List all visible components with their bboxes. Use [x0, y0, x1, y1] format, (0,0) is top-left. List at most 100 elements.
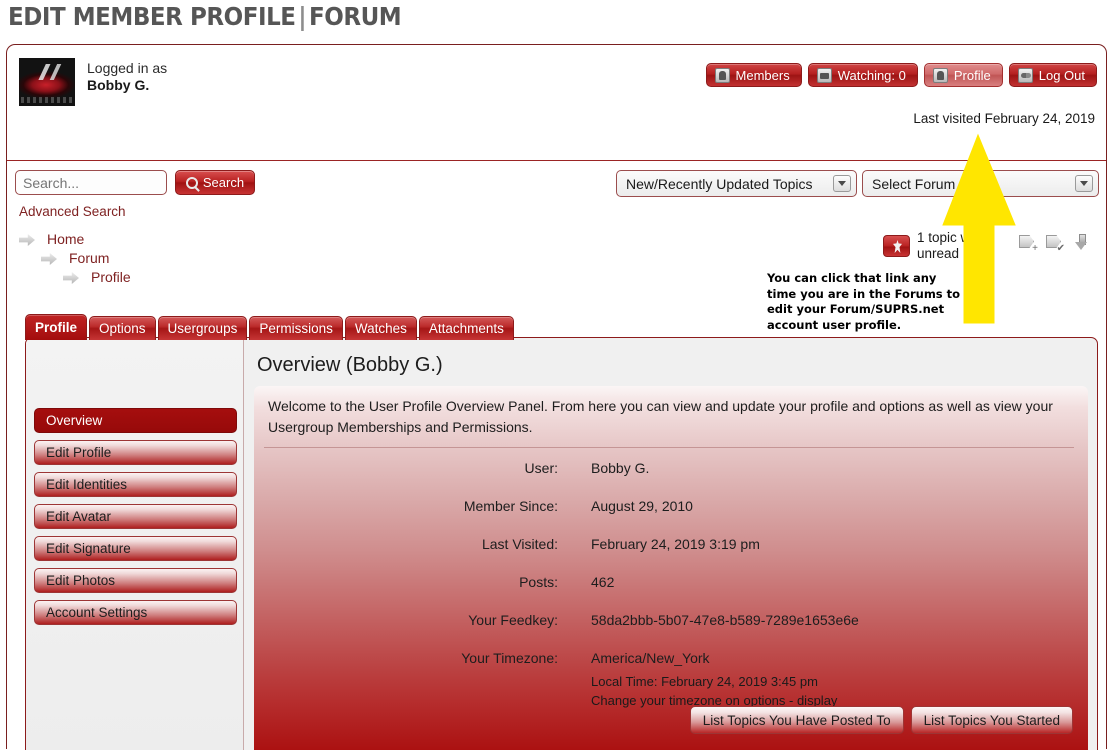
tab-label: Profile — [35, 320, 78, 335]
jump-to-bottom-icon[interactable] — [1073, 233, 1091, 251]
tab-options[interactable]: Options — [89, 316, 156, 340]
detail-value: August 29, 2010 — [591, 498, 693, 514]
topics-dropdown-value: New/Recently Updated Topics — [626, 175, 813, 192]
sidebar-item-edit-signature[interactable]: Edit Signature — [34, 536, 237, 561]
tab-attachments[interactable]: Attachments — [418, 316, 514, 340]
detail-label: Your Timezone: — [461, 650, 558, 666]
detail-value: Bobby G. — [591, 460, 650, 476]
profile-content: Overview (Bobby G.) Welcome to the User … — [245, 338, 1097, 750]
avatar — [19, 58, 75, 106]
page-title-main: EDIT MEMBER PROFILE — [8, 2, 296, 31]
detail-row-user: User: Bobby G. — [254, 460, 1088, 498]
header-divider — [7, 160, 1106, 161]
notification-icon-group — [1019, 233, 1091, 254]
key-icon — [1017, 67, 1033, 83]
nav-button-profile[interactable]: Profile — [923, 63, 1003, 87]
sidebar-item-edit-avatar[interactable]: Edit Avatar — [34, 504, 237, 529]
tab-label: Options — [99, 321, 146, 336]
sidebar-item-account-settings[interactable]: Account Settings — [34, 600, 237, 625]
content-title: Overview (Bobby G.) — [257, 354, 443, 376]
tab-usergroups[interactable]: Usergroups — [157, 316, 248, 340]
button-label: List Topics You Have Posted To — [702, 712, 891, 728]
nav-button-members-label: Members — [735, 67, 790, 83]
arrow-right-icon — [41, 253, 57, 265]
last-visited-text: Last visited February 24, 2019 — [913, 111, 1095, 126]
chevron-down-icon — [1075, 175, 1093, 192]
nav-button-watching[interactable]: Watching: 0 — [807, 63, 918, 87]
nav-button-watching-label: Watching: 0 — [837, 67, 906, 83]
mark-topic-read-icon[interactable] — [1019, 233, 1038, 254]
tab-permissions[interactable]: Permissions — [249, 316, 343, 340]
nav-button-logout[interactable]: Log Out — [1008, 63, 1097, 87]
detail-label: User: — [524, 460, 558, 476]
detail-value: February 24, 2019 3:19 pm — [591, 536, 760, 552]
annotation-callout-text: You can click that link any time you are… — [767, 271, 961, 332]
detail-label: Last Visited: — [481, 536, 558, 552]
tab-label: Watches — [354, 321, 407, 336]
tab-label: Usergroups — [167, 321, 238, 336]
tab-label: Attachments — [428, 321, 504, 336]
detail-row-feedkey: Your Feedkey: 58da2bbb-5b07-47e8-b589-72… — [254, 612, 1088, 650]
logged-in-user-block: Logged in as Bobby G. — [15, 58, 315, 114]
sidebar-item-label: Edit Profile — [46, 445, 112, 460]
detail-row-last-visited: Last Visited: February 24, 2019 3:19 pm — [254, 536, 1088, 574]
unread-badge-icon — [883, 235, 910, 257]
nav-button-logout-label: Log Out — [1038, 67, 1085, 83]
list-topics-started-button[interactable]: List Topics You Started — [910, 706, 1073, 734]
arrow-right-icon — [19, 234, 35, 246]
detail-label: Posts: — [519, 574, 558, 590]
search-button[interactable]: Search — [175, 170, 255, 195]
unread-topics-notice[interactable]: 1 topic with unread posts — [883, 229, 1018, 263]
forum-dropdown[interactable]: Select Forum — [862, 170, 1099, 197]
logged-in-username: Bobby G. — [87, 77, 150, 93]
detail-row-posts: Posts: 462 — [254, 574, 1088, 612]
logged-in-label: Logged in as — [87, 60, 168, 76]
nav-button-members[interactable]: Members — [705, 63, 802, 87]
detail-value: 58da2bbb-5b07-47e8-b589-7289e1653e6e — [591, 612, 859, 628]
detail-label: Member Since: — [463, 498, 558, 514]
tab-profile[interactable]: Profile — [25, 314, 88, 340]
unread-topics-label: 1 topic with unread posts — [917, 230, 996, 261]
search-icon — [185, 176, 198, 189]
page-title-sub: FORUM — [308, 2, 402, 31]
profile-sidebar: Overview Edit Profile Edit Identities Ed… — [26, 338, 244, 750]
content-body: Welcome to the User Profile Overview Pan… — [254, 386, 1088, 750]
forum-dropdown-value: Select Forum — [872, 175, 956, 192]
tab-label: Permissions — [259, 321, 333, 336]
forum-container: Logged in as Bobby G. Members Watching: … — [6, 44, 1107, 750]
advanced-search-link[interactable]: Advanced Search — [19, 204, 126, 219]
profile-sidebar-list: Overview Edit Profile Edit Identities Ed… — [34, 408, 237, 632]
person-icon — [932, 67, 948, 83]
sidebar-item-label: Edit Avatar — [46, 509, 112, 524]
sidebar-item-overview[interactable]: Overview — [34, 408, 237, 433]
sidebar-item-edit-photos[interactable]: Edit Photos — [34, 568, 237, 593]
tab-bar: Profile Options Usergroups Permissions W… — [25, 314, 514, 340]
nav-button-profile-label: Profile — [953, 67, 991, 83]
tab-watches[interactable]: Watches — [344, 316, 417, 340]
sidebar-item-label: Account Settings — [46, 605, 148, 620]
sidebar-item-edit-profile[interactable]: Edit Profile — [34, 440, 237, 465]
page-title-separator: | — [298, 2, 307, 31]
topics-dropdown[interactable]: New/Recently Updated Topics — [616, 170, 857, 197]
sidebar-item-label: Edit Identities — [46, 477, 128, 492]
content-action-buttons: List Topics You Have Posted To List Topi… — [689, 706, 1073, 734]
list-topics-posted-to-button[interactable]: List Topics You Have Posted To — [689, 706, 904, 734]
search-button-label: Search — [202, 175, 245, 190]
sidebar-item-label: Edit Signature — [46, 541, 131, 556]
members-icon — [714, 67, 730, 83]
detail-value: 462 — [591, 574, 615, 590]
sidebar-item-label: Overview — [46, 413, 103, 428]
detail-row-member-since: Member Since: August 29, 2010 — [254, 498, 1088, 536]
detail-value: America/New_York — [591, 650, 710, 666]
welcome-text: Welcome to the User Profile Overview Pan… — [268, 398, 1053, 435]
page-title: EDIT MEMBER PROFILE | FORUM — [8, 2, 402, 31]
sidebar-item-label: Edit Photos — [46, 573, 116, 588]
button-label: List Topics You Started — [923, 712, 1060, 728]
breadcrumb-label: Forum — [69, 250, 110, 266]
content-divider — [264, 447, 1074, 448]
detail-label: Your Feedkey: — [468, 612, 558, 628]
breadcrumb-label: Profile — [91, 269, 131, 285]
search-input[interactable] — [15, 170, 167, 195]
mark-all-read-icon[interactable] — [1046, 233, 1065, 254]
sidebar-item-edit-identities[interactable]: Edit Identities — [34, 472, 237, 497]
